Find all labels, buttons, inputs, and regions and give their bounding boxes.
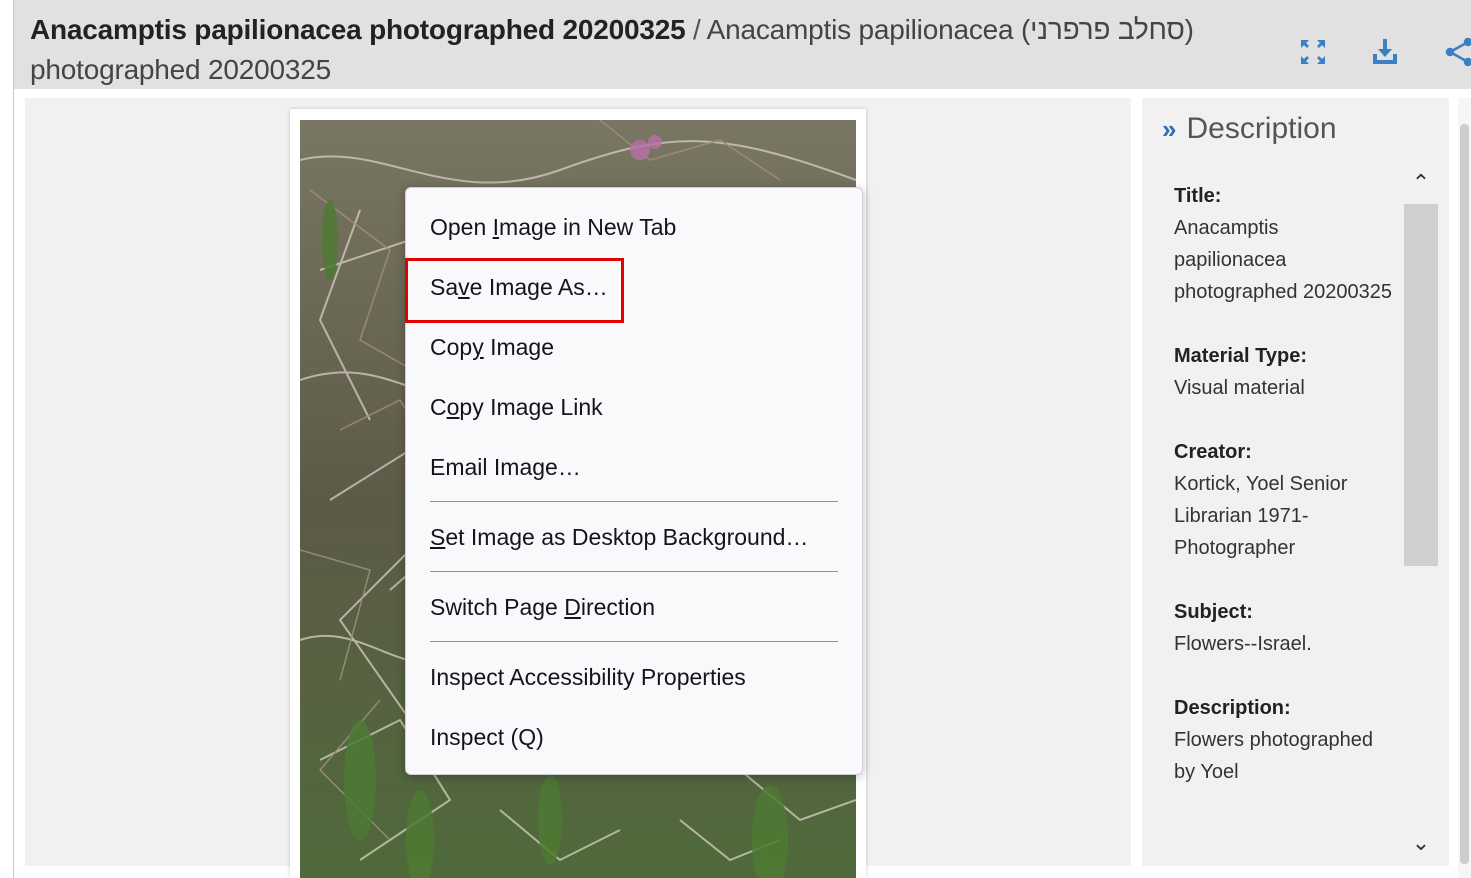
expand-icon[interactable] bbox=[1297, 36, 1329, 68]
field-title: Title: Anacamptis papilionacea photograp… bbox=[1174, 180, 1394, 308]
field-material-type: Material Type: Visual material bbox=[1174, 340, 1394, 404]
menu-separator bbox=[430, 571, 838, 572]
page-title: Anacamptis papilionacea photographed 202… bbox=[30, 10, 1210, 90]
menu-item-inspect-accessibility[interactable]: Inspect Accessibility Properties bbox=[430, 664, 746, 691]
menu-item-switch-page-direction[interactable]: Switch Page Direction bbox=[430, 594, 655, 621]
download-icon[interactable] bbox=[1369, 36, 1401, 68]
page-left-border bbox=[13, 0, 14, 878]
field-value: Visual material bbox=[1174, 377, 1305, 399]
menu-item-inspect[interactable]: Inspect (Q) bbox=[430, 724, 544, 751]
description-heading-label: Description bbox=[1186, 112, 1337, 145]
field-value: Kortick, Yoel Senior Librarian 1971- Pho… bbox=[1174, 473, 1348, 559]
field-label: Description: bbox=[1174, 697, 1291, 719]
field-value: Flowers photographed by Yoel bbox=[1174, 729, 1374, 783]
highlight-box bbox=[405, 258, 624, 323]
menu-item-email-image[interactable]: Email Image… bbox=[430, 454, 581, 481]
menu-item-copy-image[interactable]: Copy Image bbox=[430, 334, 554, 361]
menu-item-copy-image-link[interactable]: Copy Image Link bbox=[430, 394, 603, 421]
field-value: Anacamptis papilionacea photographed 202… bbox=[1174, 217, 1392, 303]
field-label: Creator: bbox=[1174, 441, 1252, 463]
collapse-chevrons-icon[interactable]: » bbox=[1162, 114, 1176, 144]
field-value: Flowers--Israel. bbox=[1174, 633, 1312, 655]
page-header: Anacamptis papilionacea photographed 202… bbox=[14, 0, 1471, 89]
field-label: Material Type: bbox=[1174, 345, 1307, 367]
field-label: Subject: bbox=[1174, 601, 1253, 623]
description-heading[interactable]: » Description bbox=[1162, 112, 1337, 146]
panel-scrollbar-thumb[interactable] bbox=[1404, 204, 1438, 566]
panel-scroll-up-button[interactable]: ⌃ bbox=[1404, 170, 1438, 202]
title-main: Anacamptis papilionacea photographed 202… bbox=[30, 14, 686, 45]
field-subject: Subject: Flowers--Israel. bbox=[1174, 596, 1394, 660]
field-label: Title: bbox=[1174, 185, 1222, 207]
description-panel: » Description Title: Anacamptis papiliona… bbox=[1142, 98, 1449, 866]
page-scrollbar-thumb[interactable] bbox=[1460, 124, 1469, 864]
field-description: Description: Flowers photographed by Yoe… bbox=[1174, 692, 1394, 788]
menu-item-open-image-new-tab[interactable]: Open Image in New Tab bbox=[430, 214, 676, 241]
menu-separator bbox=[430, 501, 838, 502]
panel-scroll-down-button[interactable]: ⌄ bbox=[1404, 830, 1438, 862]
share-icon[interactable] bbox=[1442, 36, 1471, 68]
title-separator: / bbox=[685, 14, 707, 45]
field-creator: Creator: Kortick, Yoel Senior Librarian … bbox=[1174, 436, 1394, 564]
menu-separator bbox=[430, 641, 838, 642]
description-fields: Title: Anacamptis papilionacea photograp… bbox=[1174, 180, 1394, 820]
menu-item-set-desktop-background[interactable]: Set Image as Desktop Background… bbox=[430, 524, 808, 551]
